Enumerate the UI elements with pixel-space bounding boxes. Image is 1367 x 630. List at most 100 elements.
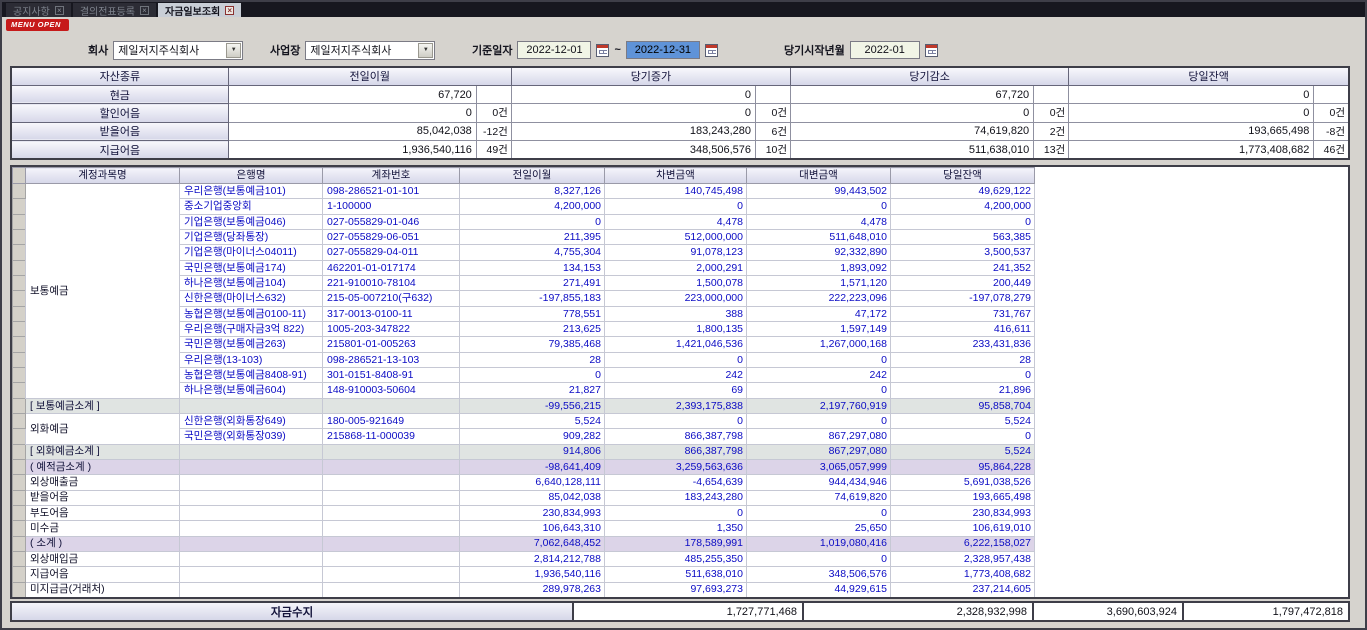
amount-cell: 5,524 [460, 413, 605, 428]
row-selector[interactable] [13, 306, 26, 321]
amount-cell: 1,571,120 [747, 275, 891, 290]
amount-cell: 91,078,123 [605, 245, 747, 260]
summary-row[interactable]: 지급어음1,936,540,11649건348,506,57610건511,63… [11, 141, 1349, 159]
summary-row[interactable]: 받을어음85,042,038-12건183,243,2806건74,619,82… [11, 122, 1349, 140]
tab-notice[interactable]: 공지사항 × [6, 3, 71, 17]
close-icon[interactable]: × [140, 6, 149, 15]
chevron-down-icon[interactable]: ▼ [418, 43, 433, 58]
table-row[interactable]: ( 소계 )7,062,648,452178,589,9911,019,080,… [13, 536, 1035, 551]
amount-cell: 512,000,000 [605, 229, 747, 244]
row-selector[interactable] [13, 184, 26, 199]
count-cell [756, 85, 791, 103]
bank-name-cell: 하나은행(보통예금104) [180, 275, 323, 290]
tab-voucher-entry[interactable]: 결의전표등록 × [73, 3, 156, 17]
bank-name-cell: 우리은행(보통예금101) [180, 184, 323, 199]
amount-cell: 348,506,576 [747, 567, 891, 582]
row-selector[interactable] [13, 459, 26, 474]
table-row[interactable]: 받을어음85,042,038183,243,28074,619,820193,6… [13, 490, 1035, 505]
calendar-icon[interactable] [596, 44, 609, 57]
row-selector[interactable] [13, 291, 26, 306]
bank-name-cell [180, 398, 323, 413]
amount-cell: 0 [605, 413, 747, 428]
row-selector[interactable] [13, 383, 26, 398]
row-selector[interactable] [13, 490, 26, 505]
account-number-cell: 098-286521-01-101 [323, 184, 460, 199]
amount-cell: 1,267,000,168 [747, 337, 891, 352]
tab-daily-fund-report[interactable]: 자금일보조회 × [158, 3, 241, 17]
amount-cell: 183,243,280 [605, 490, 747, 505]
company-select[interactable]: 제일저지주식회사 ▼ [113, 41, 243, 60]
summary-row[interactable]: 현금67,720067,7200 [11, 85, 1349, 103]
bank-name-cell: 우리은행(구매자금3억 822) [180, 321, 323, 336]
column-header: 당기감소 [791, 67, 1069, 85]
amount-cell: 0 [747, 352, 891, 367]
row-selector[interactable] [13, 214, 26, 229]
row-selector[interactable] [13, 321, 26, 336]
table-row[interactable]: 부도어음230,834,99300230,834,993 [13, 505, 1035, 520]
base-date-to-input[interactable]: 2022-12-31 [626, 41, 700, 59]
row-selector[interactable] [13, 475, 26, 490]
amount-cell: 7,062,648,452 [460, 536, 605, 551]
calendar-icon[interactable] [705, 44, 718, 57]
row-selector[interactable] [13, 536, 26, 551]
amount-cell: 140,745,498 [605, 184, 747, 199]
amount-cell: 1,773,408,682 [891, 567, 1035, 582]
column-header: 당기증가 [511, 67, 790, 85]
amount-cell: 134,153 [460, 260, 605, 275]
table-row[interactable]: [ 보통예금소계 ]-99,556,2152,393,175,8382,197,… [13, 398, 1035, 413]
row-selector[interactable] [13, 199, 26, 214]
period-start-input[interactable]: 2022-01 [850, 41, 920, 59]
table-row[interactable]: 외상매출금6,640,128,111-4,654,639944,434,9465… [13, 475, 1035, 490]
row-selector[interactable] [13, 398, 26, 413]
amount-cell: 289,978,263 [460, 582, 605, 597]
table-row[interactable]: 미지급금(거래처)289,978,26397,693,27344,929,615… [13, 582, 1035, 597]
table-row[interactable]: ( 예적금소계 )-98,641,4093,259,563,6363,065,0… [13, 459, 1035, 474]
row-selector[interactable] [13, 260, 26, 275]
column-header: 차변금액 [605, 168, 747, 184]
amount-cell: 242 [605, 367, 747, 382]
table-row[interactable]: 미수금106,643,3101,35025,650106,619,010 [13, 521, 1035, 536]
table-row[interactable]: 보통예금우리은행(보통예금101)098-286521-01-1018,327,… [13, 184, 1035, 199]
row-selector[interactable] [13, 275, 26, 290]
table-row[interactable]: [ 외화예금소계 ]914,806866,387,798867,297,0805… [13, 444, 1035, 459]
close-icon[interactable]: × [55, 6, 64, 15]
amount-cell: 867,297,080 [747, 429, 891, 444]
amount-cell: 106,643,310 [460, 521, 605, 536]
table-row[interactable]: 외화예금신한은행(외화통장649)180-005-9216495,524005,… [13, 413, 1035, 428]
table-row[interactable]: 지급어음1,936,540,116511,638,010348,506,5761… [13, 567, 1035, 582]
amount-cell: 97,693,273 [605, 582, 747, 597]
row-selector[interactable] [13, 367, 26, 382]
row-selector[interactable] [13, 582, 26, 597]
row-selector[interactable] [13, 505, 26, 520]
base-date-from-input[interactable]: 2022-12-01 [517, 41, 591, 59]
amount-cell: 944,434,946 [747, 475, 891, 490]
count-cell: 49건 [476, 141, 511, 159]
count-cell [476, 85, 511, 103]
row-selector[interactable] [13, 429, 26, 444]
row-selector[interactable] [13, 551, 26, 566]
menu-open-button[interactable]: MENU OPEN [6, 19, 69, 31]
row-selector[interactable] [13, 337, 26, 352]
account-number-cell: 027-055829-04-011 [323, 245, 460, 260]
row-selector[interactable] [13, 521, 26, 536]
chevron-down-icon[interactable]: ▼ [226, 43, 241, 58]
row-selector[interactable] [13, 567, 26, 582]
count-cell: 10건 [756, 141, 791, 159]
bank-name-cell: 농협은행(보통예금0100-11) [180, 306, 323, 321]
bank-name-cell: 농협은행(보통예금8408-91) [180, 367, 323, 382]
row-selector[interactable] [13, 352, 26, 367]
close-icon[interactable]: × [225, 6, 234, 15]
row-selector[interactable] [13, 229, 26, 244]
account-number-cell: 301-0151-8408-91 [323, 367, 460, 382]
site-select[interactable]: 제일저지주식회사 ▼ [305, 41, 435, 60]
row-selector[interactable] [13, 245, 26, 260]
amount-cell: 237,214,605 [891, 582, 1035, 597]
account-name-cell: 외상매출금 [26, 475, 180, 490]
calendar-icon[interactable] [925, 44, 938, 57]
summary-row[interactable]: 할인어음00건00건00건00건 [11, 104, 1349, 122]
amount-cell: 200,449 [891, 275, 1035, 290]
bank-name-cell: 하나은행(보통예금604) [180, 383, 323, 398]
row-selector[interactable] [13, 413, 26, 428]
table-row[interactable]: 외상매입금2,814,212,788485,255,35002,328,957,… [13, 551, 1035, 566]
row-selector[interactable] [13, 444, 26, 459]
